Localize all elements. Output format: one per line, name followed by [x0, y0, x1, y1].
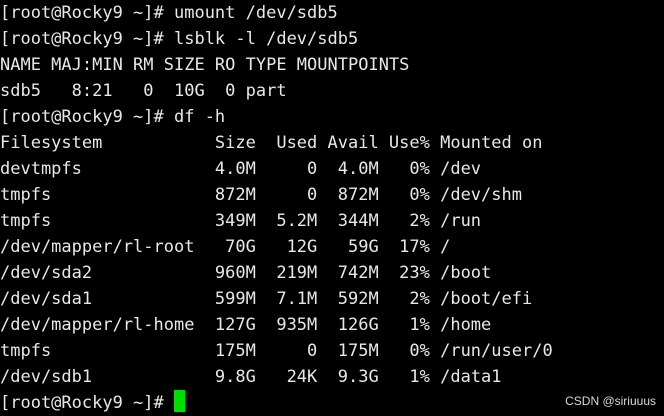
terminal-line: /dev/sda2 960M 219M 742M 23% /boot	[0, 263, 492, 283]
terminal-line: Filesystem Size Used Avail Use% Mounted …	[0, 133, 543, 153]
terminal-window[interactable]: [root@Rocky9 ~]# umount /dev/sdb5 [root@…	[0, 0, 664, 416]
shell-prompt: [root@Rocky9 ~]#	[0, 393, 174, 413]
terminal-line: /dev/mapper/rl-root 70G 12G 59G 17% /	[0, 237, 451, 257]
terminal-line: /dev/mapper/rl-home 127G 935M 126G 1% /h…	[0, 315, 492, 335]
terminal-line: tmpfs 175M 0 175M 0% /run/user/0	[0, 341, 553, 361]
terminal-line: [root@Rocky9 ~]# df -h	[0, 107, 226, 127]
terminal-line: /dev/sdb1 9.8G 24K 9.3G 1% /data1	[0, 367, 502, 387]
terminal-line: tmpfs 349M 5.2M 344M 2% /run	[0, 211, 482, 231]
watermark: CSDN @siriuuus	[565, 394, 656, 408]
text-cursor[interactable]	[174, 390, 185, 412]
terminal-line: [root@Rocky9 ~]# lsblk -l /dev/sdb5	[0, 29, 359, 49]
terminal-line: NAME MAJ:MIN RM SIZE RO TYPE MOUNTPOINTS	[0, 55, 410, 75]
terminal-line: sdb5 8:21 0 10G 0 part	[0, 81, 287, 101]
terminal-line: tmpfs 872M 0 872M 0% /dev/shm	[0, 185, 522, 205]
terminal-line: /dev/sda1 599M 7.1M 592M 2% /boot/efi	[0, 289, 533, 309]
terminal-line: [root@Rocky9 ~]# umount /dev/sdb5	[0, 3, 338, 23]
terminal-line: devtmpfs 4.0M 0 4.0M 0% /dev	[0, 159, 482, 179]
